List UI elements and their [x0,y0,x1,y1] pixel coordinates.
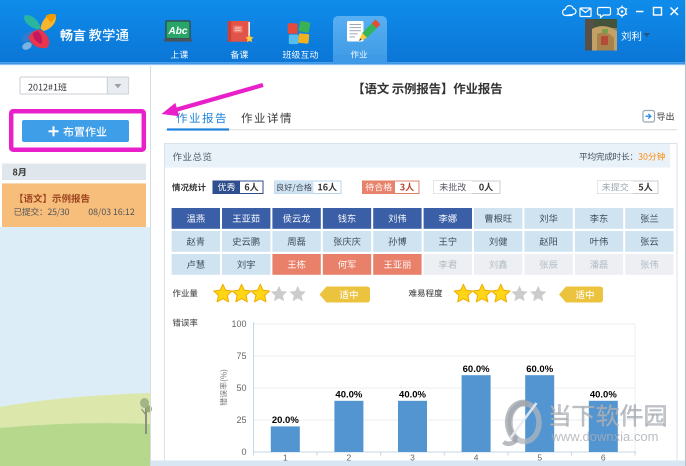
svg-text:40.0%: 40.0% [399,390,426,401]
svg-text:50: 50 [236,383,246,393]
svg-text:75: 75 [236,351,246,361]
svg-text:Abc: Abc [168,26,188,37]
svg-text:60.0%: 60.0% [526,364,553,375]
svg-text:60.0%: 60.0% [463,364,490,375]
svg-text:100: 100 [231,319,246,329]
svg-text:0: 0 [241,447,246,457]
svg-text:40.0%: 40.0% [590,390,617,401]
svg-text:25: 25 [236,415,246,425]
svg-text:40.0%: 40.0% [335,390,362,401]
svg-text:www.downxia.com: www.downxia.com [551,429,659,444]
svg-text:20.0%: 20.0% [272,415,299,426]
